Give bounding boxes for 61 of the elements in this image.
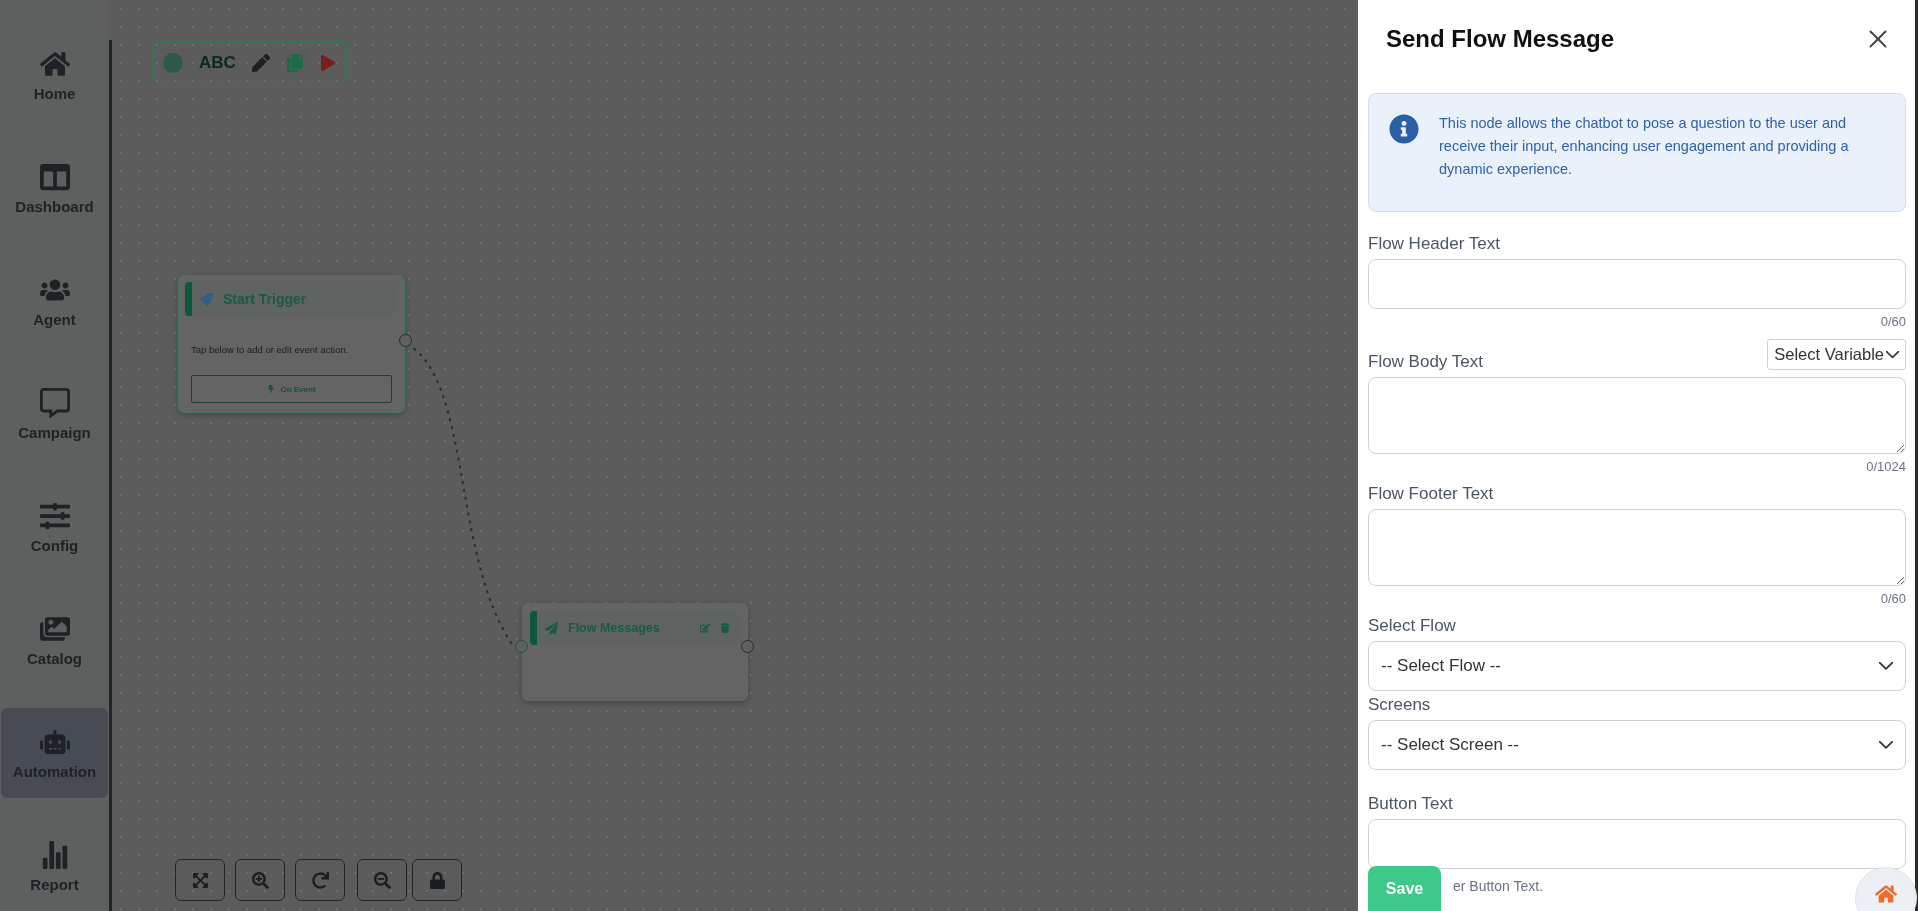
edit-icon[interactable] [700,623,710,633]
zoom-out-button[interactable] [357,859,407,901]
field-label: Button Text [1368,794,1453,814]
character-counter: 0/1024 [1866,459,1906,474]
sidebar-item[interactable]: Agent [1,256,108,346]
sidebar-item[interactable]: Report [1,821,108,911]
field-label: Flow Header Text [1368,234,1500,254]
text-area[interactable] [1368,509,1906,586]
event-button[interactable]: On Event [191,375,392,403]
layout-icon [39,161,70,192]
node-description: Tap below to add or edit event action. [191,344,350,355]
pen-icon[interactable] [251,54,270,72]
zoom-out-icon [373,871,391,889]
lock-button[interactable] [412,859,462,901]
fit-view-button[interactable] [175,859,225,901]
sliders-icon [39,500,70,531]
chevron-down-icon [1886,350,1899,359]
character-counter: 0/60 [1880,314,1906,329]
sidebar-item[interactable]: Config [1,482,108,572]
sidebar-item[interactable]: Home [1,30,108,120]
zoom-in-icon [251,871,269,889]
sidebar-item[interactable]: Catalog [1,595,108,685]
flow-name: ABC [199,53,236,73]
home-button[interactable] [1855,867,1917,911]
lock-icon [428,871,446,889]
text-area[interactable] [1368,377,1906,454]
panel-title: Send Flow Message [1386,25,1615,53]
redo-icon [311,871,329,889]
helper-text: er Button Text. [1453,878,1544,894]
text-input[interactable] [1368,259,1906,309]
trash-icon[interactable] [720,623,730,633]
node-title: Flow Messages [568,621,661,635]
status-dot [163,53,183,73]
chat-icon [39,387,70,418]
field-label: Select Flow [1368,616,1456,636]
text-input[interactable] [1368,819,1906,869]
bolt-icon [267,385,276,393]
play-icon[interactable] [319,55,336,71]
reset-button[interactable] [295,859,345,901]
variable-select[interactable]: Select Variable [1767,339,1906,370]
select-dropdown[interactable]: -- Select Screen -- [1368,720,1906,770]
rocket-icon [200,292,213,306]
paper-plane-icon [545,621,558,635]
home-icon [1875,883,1897,905]
field-label: Flow Body Text [1368,352,1483,372]
field-label: Screens [1368,695,1431,715]
select-dropdown[interactable]: -- Select Flow -- [1368,641,1906,691]
sidebar-item[interactable]: Dashboard [1,143,108,233]
node-title: Start Trigger [223,291,307,307]
field-label: Flow Footer Text [1368,484,1494,504]
expand-icon [191,871,209,889]
save-button[interactable]: Save [1368,866,1441,911]
message-node[interactable]: Flow Messages [522,603,748,701]
sidebar-item[interactable]: Campaign [1,369,108,459]
zoom-in-button[interactable] [235,859,285,901]
info-text: This node allows the chatbot to pose a question to the user and receive their input, enhancing user engagement and providing a dynamic experience. [1439,114,1850,179]
trigger-node[interactable]: Start Trigger Tap below to add or edit event action. On Event [178,275,405,413]
chevron-down-icon [1879,741,1893,749]
character-counter: 0/60 [1880,591,1906,606]
chevron-down-icon [1879,662,1893,670]
info-icon [1389,114,1419,144]
